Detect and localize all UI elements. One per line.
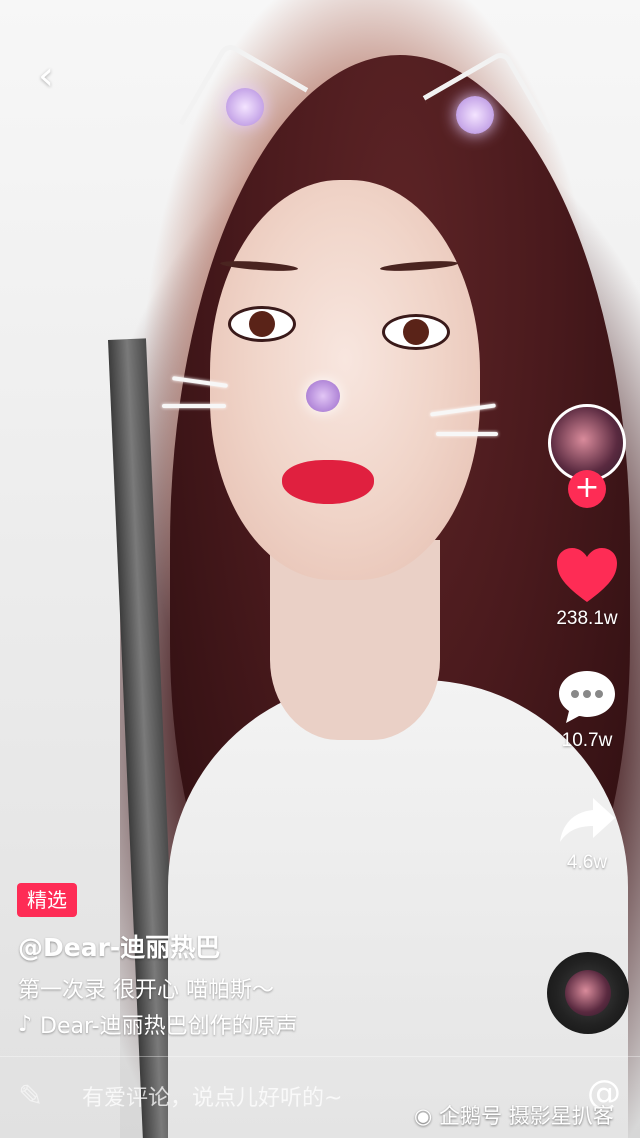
watermark-text: 企鹅号 摄影星扒客 [439,1104,614,1128]
back-chevron-icon: ‹ [38,53,54,99]
cat-ear-left-heart-filter [226,88,264,126]
music-note-icon: ♪ [18,1011,33,1037]
music-info[interactable]: ♪ Dear-迪丽热巴创作的原声 [18,1008,340,1040]
share-button[interactable]: 4.6w [542,794,632,874]
whisker-left-2 [162,404,226,408]
video-player[interactable]: ‹ + 238.1w 10.7w 4.6w 精选 @Dear-迪丽热巴 第一次录… [0,0,640,1138]
like-count: 238.1w [556,608,618,629]
like-button[interactable]: 238.1w [542,546,632,630]
heart-icon [557,548,617,602]
back-button[interactable]: ‹ [28,56,64,96]
follow-button[interactable]: + [568,470,606,508]
right-eye [382,314,450,350]
penguin-icon: ◉ [414,1104,433,1128]
author-name[interactable]: @Dear-迪丽热巴 [18,928,220,964]
music-disc-button[interactable] [547,952,629,1034]
share-count: 4.6w [566,852,608,873]
subject-lips [282,460,374,504]
comment-count: 10.7w [561,730,613,751]
watermark: ◉ 企鹅号 摄影星扒客 [414,1100,614,1130]
subject-face [210,180,480,580]
music-title: Dear-迪丽热巴创作的原声 [40,1014,298,1039]
left-eye [228,306,296,342]
share-arrow-icon [560,798,615,842]
background-wall [0,0,120,1138]
featured-badge: 精选 [17,883,77,917]
cat-nose-filter [306,380,340,412]
music-disc-cover [565,970,611,1016]
whisker-right-2 [436,432,498,436]
pencil-icon: ✎ [18,1079,44,1114]
comment-bubble-icon [559,671,615,723]
cat-ear-right-heart-filter [456,96,494,134]
video-description: 第一次录 很开心 喵帕斯～ [18,978,274,1003]
comment-button[interactable]: 10.7w [542,668,632,752]
